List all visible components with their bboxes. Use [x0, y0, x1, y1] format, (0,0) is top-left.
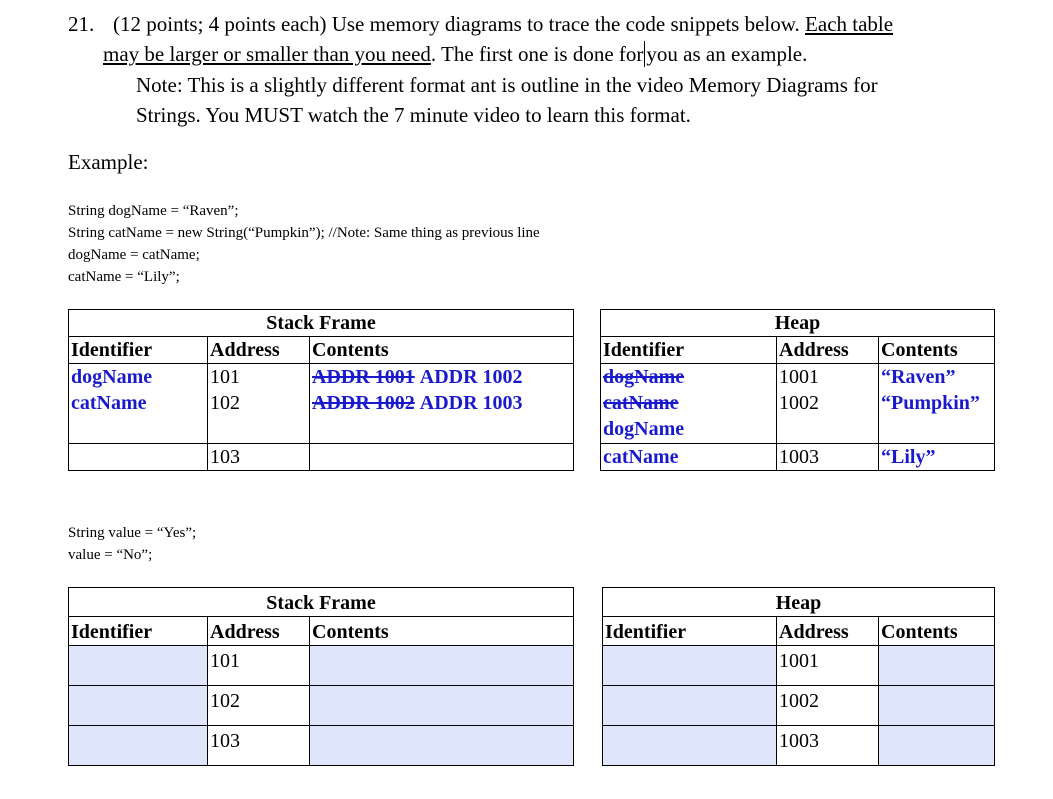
stack-address: 101	[210, 366, 240, 388]
table-row: 101	[68, 645, 574, 686]
heap-addresses: 1001 1002	[776, 363, 879, 444]
stack-identifier-input[interactable]	[68, 725, 208, 766]
question-text-1-underlined: Each table	[805, 12, 894, 36]
table-row: 102	[68, 685, 574, 726]
heap-address: 1003	[776, 725, 879, 766]
example-stack-table: Stack Frame Identifier Address Contents …	[68, 309, 574, 471]
stack-contents-input[interactable]	[309, 645, 574, 686]
heap-address: 1002	[779, 392, 819, 414]
heap-address: 1001	[779, 366, 819, 388]
question-text-2-underlined: may be larger or smaller than you need	[103, 42, 431, 66]
question-text-2a: . The first one is done for	[430, 42, 644, 66]
question-line-2: may be larger or smaller than you need. …	[103, 39, 807, 69]
heap-identifier: dogName	[603, 418, 685, 440]
stack-header-contents: Contents	[309, 616, 574, 646]
stack-content: ADDR 1001 ADDR 1002	[312, 365, 571, 391]
table-row: 1001	[602, 645, 996, 686]
stack-address: 102	[210, 392, 240, 414]
table-row: 103	[68, 443, 574, 471]
heap-contents-input[interactable]	[877, 685, 996, 726]
struck-identifier: dogName	[603, 366, 685, 388]
stack-identifier: catName	[71, 392, 147, 414]
heap-header-identifier: Identifier	[600, 336, 777, 364]
question-line-1: (12 points; 4 points each) Use memory di…	[113, 9, 893, 39]
stack-identifier-input[interactable]	[68, 685, 208, 726]
stack-title: Stack Frame	[68, 587, 574, 617]
heap-header-address: Address	[776, 336, 879, 364]
stack-contents: ADDR 1001 ADDR 1002 ADDR 1002 ADDR 1003	[309, 363, 574, 444]
stack-header-identifier: Identifier	[68, 336, 208, 364]
heap-identifier-input[interactable]	[602, 645, 777, 686]
code-line: String value = “Yes”;	[68, 525, 197, 541]
heap-content: “Raven”	[881, 366, 956, 388]
heap-title: Heap	[599, 309, 996, 337]
stack-header-address: Address	[207, 616, 310, 646]
stack-contents-input[interactable]	[309, 685, 574, 726]
heap-header-identifier: Identifier	[602, 616, 777, 646]
stack-identifier	[68, 443, 208, 471]
problem-code: String value = “Yes”; value = “No”;	[68, 522, 196, 566]
heap-address: 1002	[776, 685, 879, 726]
heap-contents-input[interactable]	[877, 725, 996, 766]
heap-address: 1001	[776, 645, 879, 686]
stack-header-identifier: Identifier	[68, 616, 208, 646]
table-row: dogName catName 101 102 ADDR 1001 ADDR 1…	[68, 363, 574, 444]
current-value: ADDR 1002	[419, 366, 523, 388]
heap-header-contents: Contents	[877, 616, 996, 646]
problem-heap-table: Heap Identifier Address Contents 1001 10…	[601, 587, 996, 766]
stack-header-address: Address	[207, 336, 310, 364]
heap-content: “Lily”	[877, 443, 996, 471]
heap-address: 1003	[776, 443, 879, 471]
stack-identifier: dogName	[71, 366, 153, 388]
question-text-1: (12 points; 4 points each) Use memory di…	[113, 12, 806, 36]
problem-stack-table: Stack Frame Identifier Address Contents …	[68, 587, 574, 766]
heap-header-contents: Contents	[877, 336, 996, 364]
code-line: String dogName = “Raven”;	[68, 203, 239, 219]
example-code: String dogName = “Raven”; String catName…	[68, 200, 540, 288]
heap-contents-input[interactable]	[877, 645, 996, 686]
stack-header-contents: Contents	[309, 336, 574, 364]
struck-identifier: catName	[603, 392, 679, 414]
heap-identifiers: dogName catName dogName	[600, 363, 777, 444]
table-row: catName 1003 “Lily”	[600, 443, 996, 471]
stack-title: Stack Frame	[68, 309, 574, 337]
code-line: String catName = new String(“Pumpkin”); …	[68, 225, 540, 241]
code-line: catName = “Lily”;	[68, 269, 180, 285]
question-text-2b: you as an example.	[646, 42, 808, 66]
table-row: 1003	[602, 725, 996, 766]
stack-addresses: 101 102	[207, 363, 310, 444]
example-label: Example:	[68, 150, 149, 174]
stack-content: ADDR 1002 ADDR 1003	[312, 390, 571, 416]
struck-value: ADDR 1001	[312, 366, 415, 388]
stack-identifiers: dogName catName	[68, 363, 208, 444]
heap-contents: “Raven” “Pumpkin”	[877, 363, 996, 444]
table-row: 1002	[602, 685, 996, 726]
heap-identifier-input[interactable]	[602, 725, 777, 766]
heap-header-address: Address	[776, 616, 879, 646]
heap-identifier-input[interactable]	[602, 685, 777, 726]
stack-address: 103	[207, 725, 310, 766]
question-number: 21.	[68, 12, 95, 36]
stack-contents-input[interactable]	[309, 725, 574, 766]
stack-address: 102	[207, 685, 310, 726]
stack-content	[309, 443, 574, 471]
stack-address: 101	[207, 645, 310, 686]
table-row: dogName catName dogName 1001 1002 “Raven…	[600, 363, 996, 444]
heap-title: Heap	[601, 587, 996, 617]
code-line: dogName = catName;	[68, 247, 200, 263]
heap-identifier: catName	[600, 443, 777, 471]
code-line: value = “No”;	[68, 547, 153, 563]
current-value: ADDR 1003	[419, 392, 523, 414]
note-line-2: Strings. You MUST watch the 7 minute vid…	[136, 103, 691, 127]
stack-identifier-input[interactable]	[68, 645, 208, 686]
note-line-1: Note: This is a slightly different forma…	[136, 73, 878, 97]
table-row: 103	[68, 725, 574, 766]
heap-content: “Pumpkin”	[881, 392, 980, 414]
struck-value: ADDR 1002	[312, 392, 415, 414]
example-heap-table: Heap Identifier Address Contents dogName…	[599, 309, 996, 471]
stack-address: 103	[207, 443, 310, 471]
